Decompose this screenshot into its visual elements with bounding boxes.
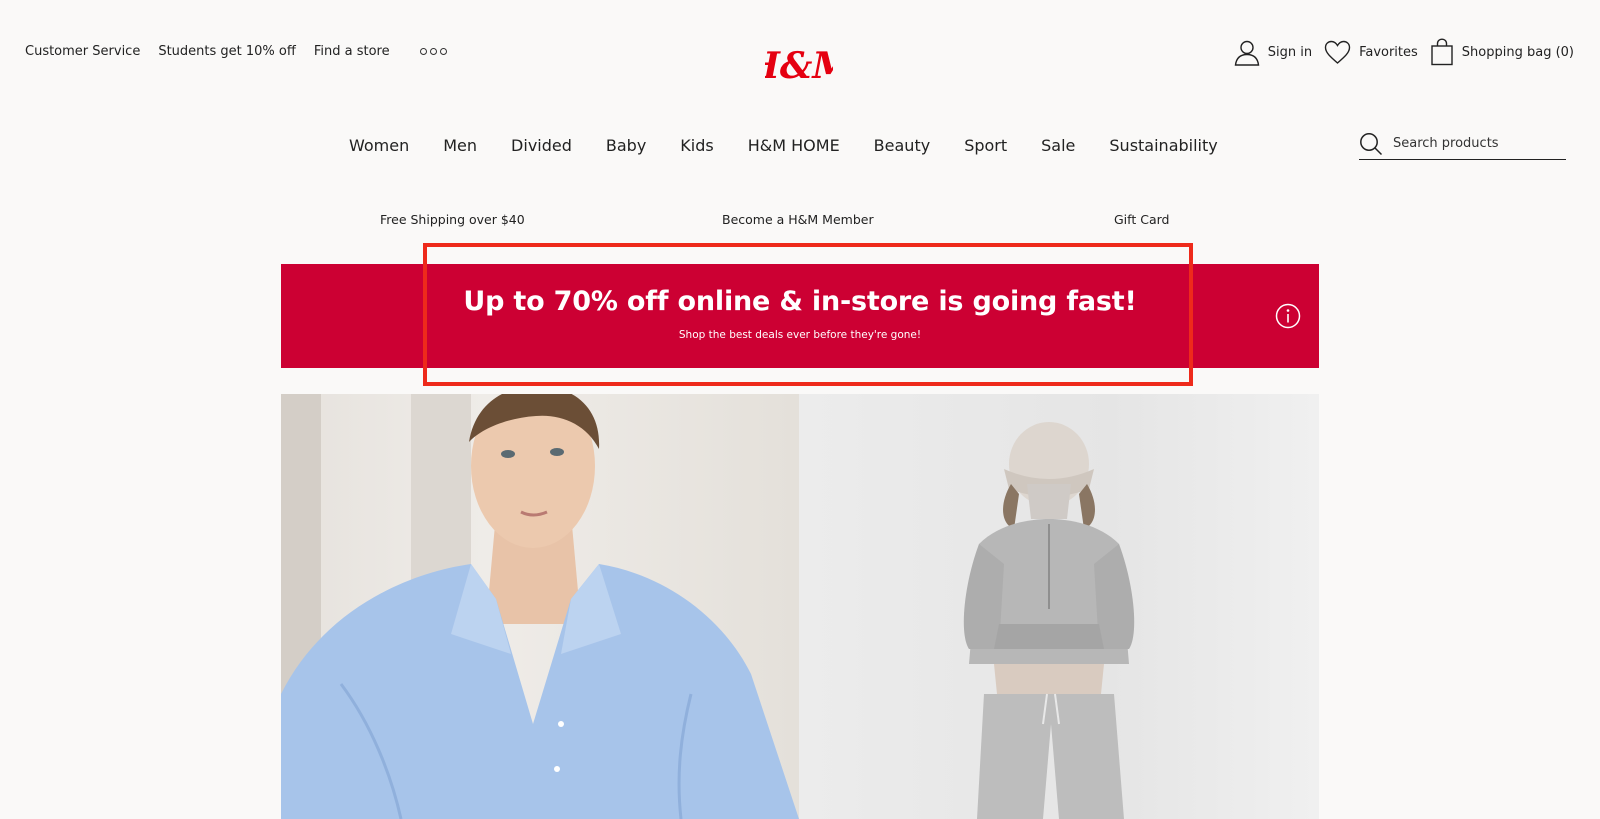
find-store-link[interactable]: Find a store	[314, 44, 390, 59]
hero-image-grey-tracksuit[interactable]	[799, 394, 1319, 819]
nav-item-sustainability[interactable]: Sustainability	[1109, 136, 1217, 155]
shopping-bag-label: Shopping bag (0)	[1461, 44, 1574, 60]
shopping-bag-icon	[1431, 38, 1453, 66]
utility-links: Customer Service Students get 10% off Fi…	[25, 44, 447, 59]
banner-subtitle: Shop the best deals ever before they're …	[678, 329, 922, 341]
free-shipping-link[interactable]: Free Shipping over $40	[380, 212, 525, 227]
hero-images	[281, 394, 1319, 819]
logo-text: H&M	[765, 45, 833, 87]
hm-logo[interactable]: H&M	[765, 40, 833, 88]
students-discount-link[interactable]: Students get 10% off	[158, 44, 296, 59]
main-nav: Women Men Divided Baby Kids H&M HOME Bea…	[349, 136, 1218, 155]
gift-card-link[interactable]: Gift Card	[1114, 212, 1169, 227]
nav-item-kids[interactable]: Kids	[680, 136, 713, 155]
nav-item-sale[interactable]: Sale	[1041, 136, 1075, 155]
hero-image-blue-shirt[interactable]	[281, 394, 799, 819]
customer-service-link[interactable]: Customer Service	[25, 44, 140, 59]
sale-banner[interactable]: Up to 70% off online & in-store is going…	[281, 264, 1319, 368]
sign-in-label: Sign in	[1267, 44, 1313, 60]
nav-item-women[interactable]: Women	[349, 136, 409, 155]
favorites-button[interactable]: Favorites	[1324, 40, 1418, 65]
sign-in-button[interactable]: Sign in	[1234, 39, 1312, 66]
info-icon[interactable]	[1275, 303, 1301, 329]
nav-item-men[interactable]: Men	[443, 136, 477, 155]
more-dots-icon[interactable]	[419, 48, 447, 55]
search-input[interactable]	[1393, 136, 1563, 151]
shopping-bag-button[interactable]: Shopping bag (0)	[1430, 38, 1574, 66]
heart-icon	[1324, 40, 1351, 64]
become-member-link[interactable]: Become a H&M Member	[722, 212, 874, 227]
nav-item-divided[interactable]: Divided	[511, 136, 572, 155]
account-links: Sign in Favorites Shopping bag (0)	[1234, 38, 1574, 66]
search-bar[interactable]	[1359, 128, 1566, 160]
nav-item-sport[interactable]: Sport	[964, 136, 1007, 155]
nav-item-baby[interactable]: Baby	[606, 136, 646, 155]
search-icon[interactable]	[1359, 132, 1383, 156]
nav-item-hm-home[interactable]: H&M HOME	[748, 136, 840, 155]
banner-title: Up to 70% off online & in-store is going…	[463, 286, 1137, 317]
nav-item-beauty[interactable]: Beauty	[874, 136, 931, 155]
favorites-label: Favorites	[1359, 44, 1418, 60]
user-icon	[1234, 40, 1260, 66]
